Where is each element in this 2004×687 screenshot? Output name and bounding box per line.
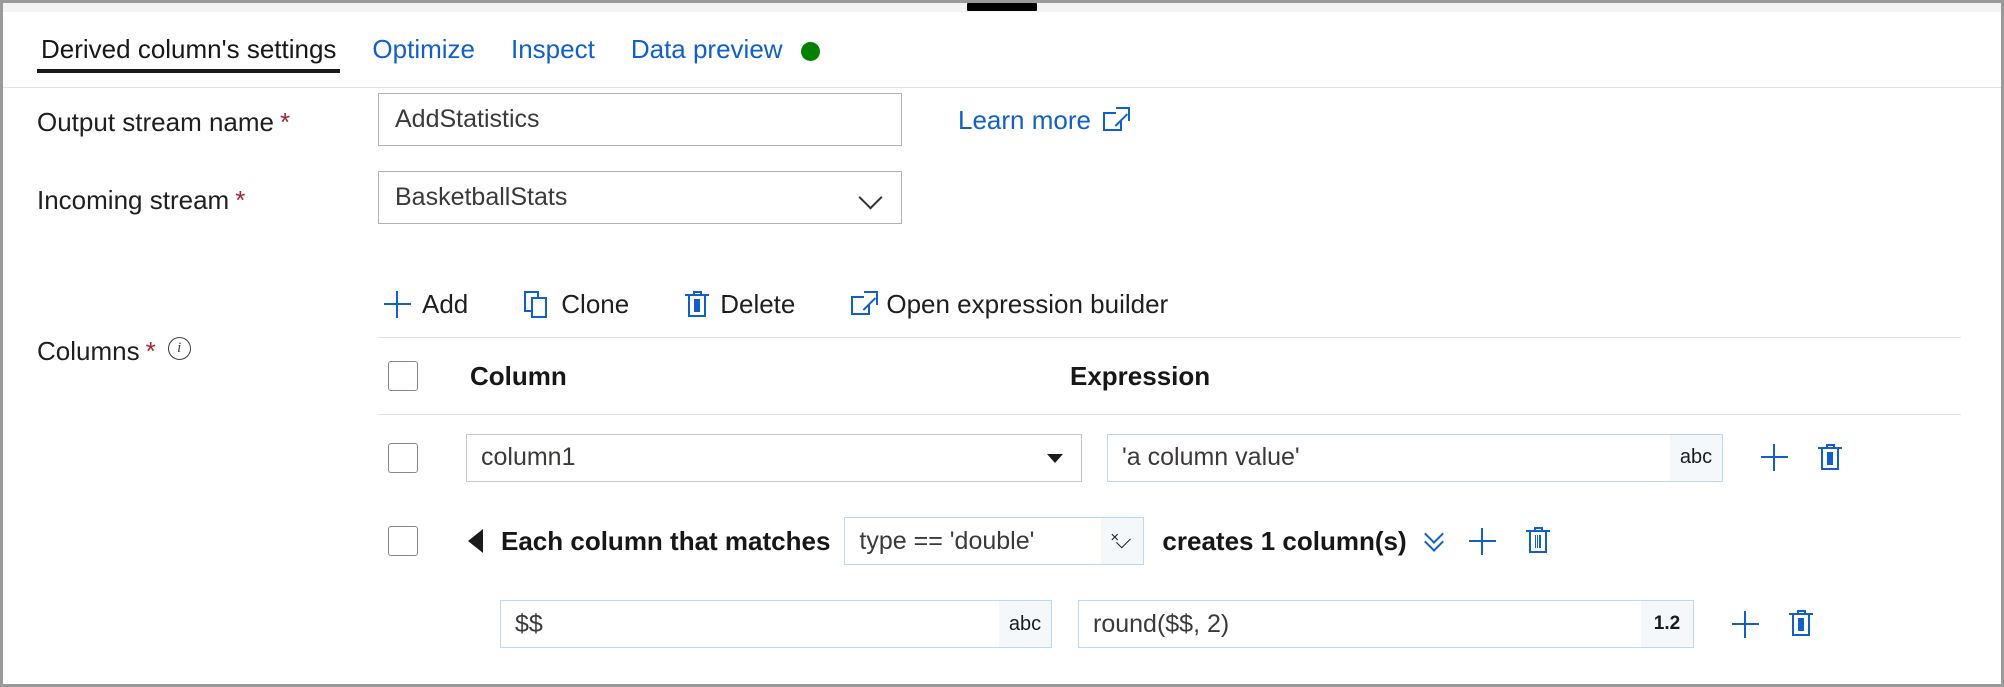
clone-button[interactable]: Clone [518, 283, 653, 326]
type-badge-abc: abc [1670, 435, 1722, 481]
rule-checkbox[interactable] [388, 526, 418, 556]
expression-header: Expression [1070, 361, 1210, 392]
rule-child-column-value: $$ [515, 610, 543, 639]
output-stream-name-input[interactable]: AddStatistics [378, 93, 902, 146]
columns-label: Columns* i [37, 336, 191, 368]
table-row-rule-child: $$ abc round($$, 2) 1.2 [378, 582, 1961, 666]
learn-more-link[interactable]: Learn more [958, 105, 1127, 136]
info-icon[interactable]: i [168, 337, 191, 360]
trash-icon [685, 291, 709, 319]
columns-grid: Column Expression column1 'a column valu… [378, 337, 1961, 666]
status-dot-icon [801, 42, 820, 61]
output-stream-name-label: Output stream name* [37, 107, 290, 138]
rule-child-actions [1732, 610, 1813, 638]
add-button[interactable]: Add [378, 283, 492, 326]
derived-column-settings-panel: Derived column's settings Optimize Inspe… [0, 0, 2004, 687]
incoming-stream-label: Incoming stream* [37, 185, 245, 216]
label-text: Incoming stream [37, 185, 229, 215]
row-actions [1761, 444, 1842, 472]
tab-label: Data preview [631, 35, 783, 65]
double-chevron-down-icon[interactable] [1423, 529, 1449, 553]
rule-select-cell [388, 526, 434, 556]
add-row-icon[interactable] [1732, 611, 1759, 638]
tab-bar: Derived column's settings Optimize Inspe… [3, 12, 2001, 88]
add-button-label: Add [422, 289, 468, 320]
tab-derived-column-settings[interactable]: Derived column's settings [23, 12, 354, 66]
incoming-stream-select[interactable]: BasketballStats [378, 171, 902, 224]
tab-optimize[interactable]: Optimize [354, 12, 493, 66]
tab-inspect[interactable]: Inspect [493, 12, 613, 66]
clone-button-label: Clone [561, 289, 629, 320]
panel-drag-handle[interactable] [967, 3, 1037, 11]
type-badge-boolean: × [1101, 518, 1143, 564]
chevron-down-icon [859, 185, 885, 211]
open-expression-builder-label: Open expression builder [886, 289, 1168, 320]
chevron-down-icon [1047, 454, 1063, 463]
expression-value: 'a column value' [1122, 443, 1300, 472]
output-stream-name-value: AddStatistics [395, 105, 540, 134]
add-row-icon[interactable] [1469, 528, 1496, 555]
delete-row-icon[interactable] [1789, 610, 1813, 638]
tab-label: Optimize [372, 35, 475, 65]
rule-label: Each column that matches [501, 526, 830, 557]
delete-button-label: Delete [720, 289, 795, 320]
copy-icon [524, 291, 550, 319]
rule-actions [1469, 527, 1550, 555]
rule-match-value: type == 'double' [859, 527, 1034, 556]
required-asterisk: * [235, 185, 245, 215]
boolean-icon: × [1110, 530, 1134, 552]
external-link-icon [1103, 109, 1127, 133]
select-all-cell [388, 361, 434, 391]
tab-label: Derived column's settings [41, 35, 336, 65]
required-asterisk: * [146, 336, 156, 366]
rule-child-expression-input[interactable]: round($$, 2) 1.2 [1078, 600, 1694, 648]
row-checkbox[interactable] [388, 443, 418, 473]
learn-more-label: Learn more [958, 105, 1091, 136]
settings-form: Output stream name* AddStatistics Learn … [3, 89, 2001, 684]
rule-child-expression-value: round($$, 2) [1093, 610, 1229, 639]
select-all-checkbox[interactable] [388, 361, 418, 391]
collapse-triangle-icon[interactable] [468, 529, 483, 553]
column-name-select[interactable]: column1 [466, 434, 1082, 482]
delete-row-icon[interactable] [1526, 527, 1550, 555]
add-row-icon[interactable] [1761, 444, 1788, 471]
delete-row-icon[interactable] [1818, 444, 1842, 472]
creates-columns-text: creates 1 column(s) [1162, 526, 1406, 557]
type-badge-abc: abc [999, 601, 1051, 647]
label-text: Output stream name [37, 107, 274, 137]
row-select-cell [388, 443, 434, 473]
tab-label: Inspect [511, 35, 595, 65]
columns-command-bar: Add Clone Delete Open expression builder [378, 283, 1192, 326]
rule-child-column-input[interactable]: $$ abc [500, 600, 1052, 648]
label-text: Columns [37, 336, 140, 366]
table-row-rule: Each column that matches type == 'double… [378, 500, 1961, 582]
external-link-icon [851, 293, 875, 317]
expression-input[interactable]: 'a column value' abc [1107, 434, 1723, 482]
open-expression-builder-button[interactable]: Open expression builder [845, 283, 1192, 326]
grid-header-row: Column Expression [378, 338, 1961, 414]
plus-icon [384, 291, 411, 318]
column-header: Column [470, 361, 1070, 392]
rule-match-input[interactable]: type == 'double' × [844, 517, 1144, 565]
type-badge-number: 1.2 [1641, 601, 1693, 647]
tab-data-preview[interactable]: Data preview [613, 12, 838, 66]
incoming-stream-value: BasketballStats [395, 183, 567, 212]
table-row: column1 'a column value' abc [378, 415, 1961, 500]
column-name-value: column1 [481, 443, 576, 472]
required-asterisk: * [280, 107, 290, 137]
delete-button[interactable]: Delete [679, 283, 819, 326]
